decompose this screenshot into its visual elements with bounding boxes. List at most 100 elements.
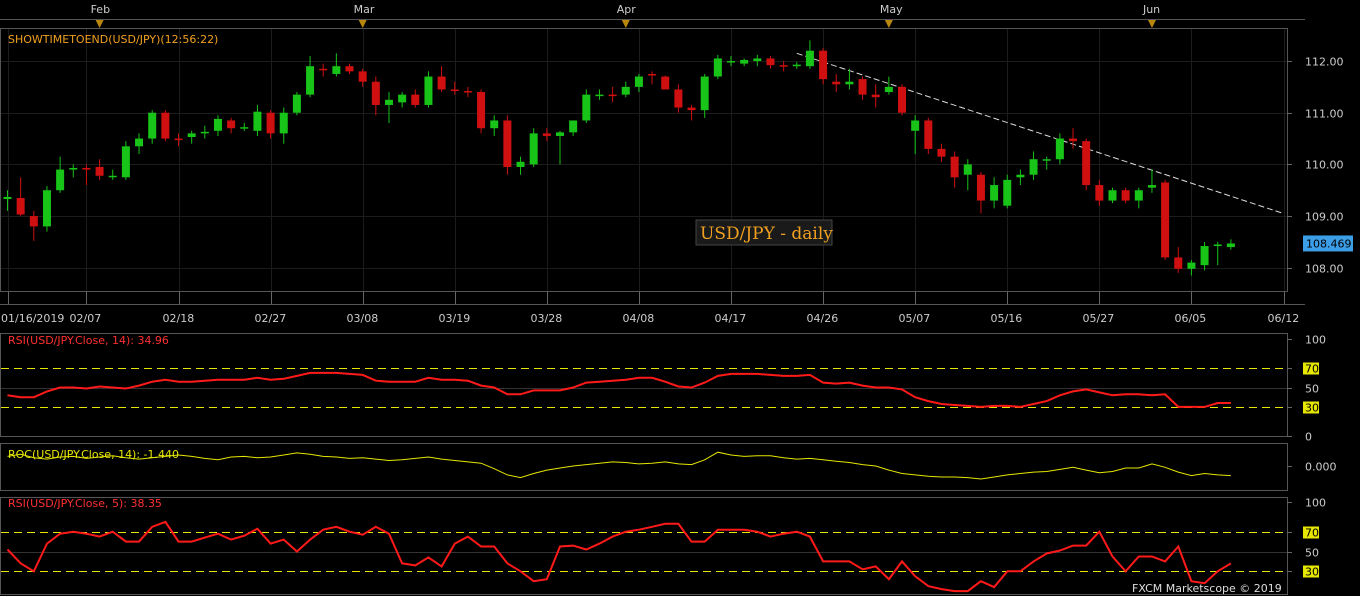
candle-body[interactable] [42, 190, 51, 227]
instrument-label: SHOWTIMETOEND(USD/JPY)(12:56:22) [8, 33, 218, 46]
watermark: FXCM Marketscope © 2019 [1132, 582, 1282, 595]
candle-body[interactable] [1226, 243, 1235, 248]
candle-body[interactable] [950, 156, 959, 178]
candle-body[interactable] [253, 111, 262, 131]
candle-body[interactable] [595, 94, 604, 97]
candle-body[interactable] [82, 168, 91, 170]
candle-body[interactable] [1003, 179, 1012, 206]
candle-body[interactable] [937, 148, 946, 157]
candle-body[interactable] [1147, 185, 1156, 188]
candle-body[interactable] [1121, 190, 1130, 201]
candle-body[interactable] [56, 169, 65, 191]
candle-body[interactable] [713, 58, 722, 77]
candle-body[interactable] [990, 185, 999, 201]
candle-body[interactable] [700, 76, 709, 111]
candle-body[interactable] [976, 174, 985, 201]
candle-body[interactable] [555, 132, 564, 136]
candle-body[interactable] [779, 65, 788, 67]
candle-body[interactable] [200, 131, 209, 134]
candle-body[interactable] [1095, 185, 1104, 201]
candle-body[interactable] [871, 94, 880, 98]
candle-body[interactable] [95, 166, 104, 176]
candle-body[interactable] [187, 133, 196, 138]
candle-body[interactable] [1174, 257, 1183, 269]
candle-body[interactable] [148, 112, 157, 139]
candle-body[interactable] [1082, 141, 1091, 186]
candle-body[interactable] [858, 79, 867, 95]
candle-body[interactable] [240, 127, 249, 129]
candle-body[interactable] [898, 86, 907, 113]
candle-body[interactable] [648, 73, 657, 76]
candle-body[interactable] [1134, 190, 1143, 201]
candle-body[interactable] [437, 76, 446, 90]
candle-body[interactable] [358, 71, 367, 82]
candle-body[interactable] [306, 66, 315, 95]
candle-body[interactable] [542, 133, 551, 136]
candle-body[interactable] [832, 81, 841, 85]
candle-body[interactable] [1187, 262, 1196, 269]
candle-body[interactable] [345, 66, 354, 72]
candle-body[interactable] [332, 66, 341, 74]
candle-body[interactable] [529, 133, 538, 165]
candle-body[interactable] [1108, 190, 1117, 201]
candle-body[interactable] [424, 76, 433, 105]
candle-body[interactable] [121, 146, 130, 178]
candle-body[interactable] [1213, 244, 1222, 247]
candle-body[interactable] [69, 168, 78, 170]
candle-body[interactable] [135, 138, 144, 147]
candle-body[interactable] [161, 112, 170, 139]
chart-title: USD/JPY - daily [695, 219, 833, 246]
candle-body[interactable] [1161, 182, 1170, 258]
month-label: May [880, 3, 903, 16]
month-label: Apr [617, 3, 637, 16]
candle-body[interactable] [845, 81, 854, 85]
candle-body[interactable] [490, 120, 499, 129]
candle-body[interactable] [1016, 174, 1025, 178]
candle-body[interactable] [108, 175, 117, 178]
candle-body[interactable] [819, 50, 828, 80]
candle-body[interactable] [792, 64, 801, 67]
candle-body[interactable] [266, 112, 275, 134]
candle-body[interactable] [292, 94, 301, 113]
candle-body[interactable] [1042, 159, 1051, 161]
candle-body[interactable] [753, 58, 762, 62]
candle-body[interactable] [740, 60, 749, 64]
candle-body[interactable] [1029, 159, 1038, 175]
candle-body[interactable] [227, 120, 236, 129]
candle-body[interactable] [582, 94, 591, 121]
candle-body[interactable] [174, 138, 183, 141]
candle-body[interactable] [1200, 246, 1209, 266]
candle-body[interactable] [727, 61, 736, 63]
candle-body[interactable] [805, 50, 814, 67]
candle-body[interactable] [384, 99, 393, 105]
candle-body[interactable] [963, 164, 972, 175]
candle-body[interactable] [213, 118, 222, 131]
candle-body[interactable] [503, 120, 512, 167]
candle-body[interactable] [569, 120, 578, 133]
candle-body[interactable] [608, 94, 617, 97]
candle-body[interactable] [661, 76, 670, 90]
candle-body[interactable] [279, 112, 288, 134]
candle-body[interactable] [319, 68, 328, 71]
candle-body[interactable] [463, 91, 472, 93]
candle-body[interactable] [16, 197, 25, 215]
candle-body[interactable] [450, 89, 459, 92]
candle-body[interactable] [621, 86, 630, 95]
candle-body[interactable] [884, 86, 893, 93]
candle-body[interactable] [687, 107, 696, 111]
candle-body[interactable] [1069, 138, 1078, 142]
candle-body[interactable] [3, 196, 12, 200]
candle-body[interactable] [411, 94, 420, 105]
price-tick-label: 112.00 [1305, 56, 1344, 69]
candle-body[interactable] [1055, 138, 1064, 160]
candle-body[interactable] [516, 161, 525, 167]
candle-body[interactable] [766, 58, 775, 66]
candle-body[interactable] [634, 76, 643, 87]
candle-body[interactable] [398, 94, 407, 103]
candle-body[interactable] [29, 216, 38, 227]
candle-body[interactable] [674, 89, 683, 108]
candle-body[interactable] [477, 92, 486, 129]
candle-body[interactable] [371, 81, 380, 105]
candle-body[interactable] [924, 120, 933, 149]
candle-body[interactable] [911, 120, 920, 131]
